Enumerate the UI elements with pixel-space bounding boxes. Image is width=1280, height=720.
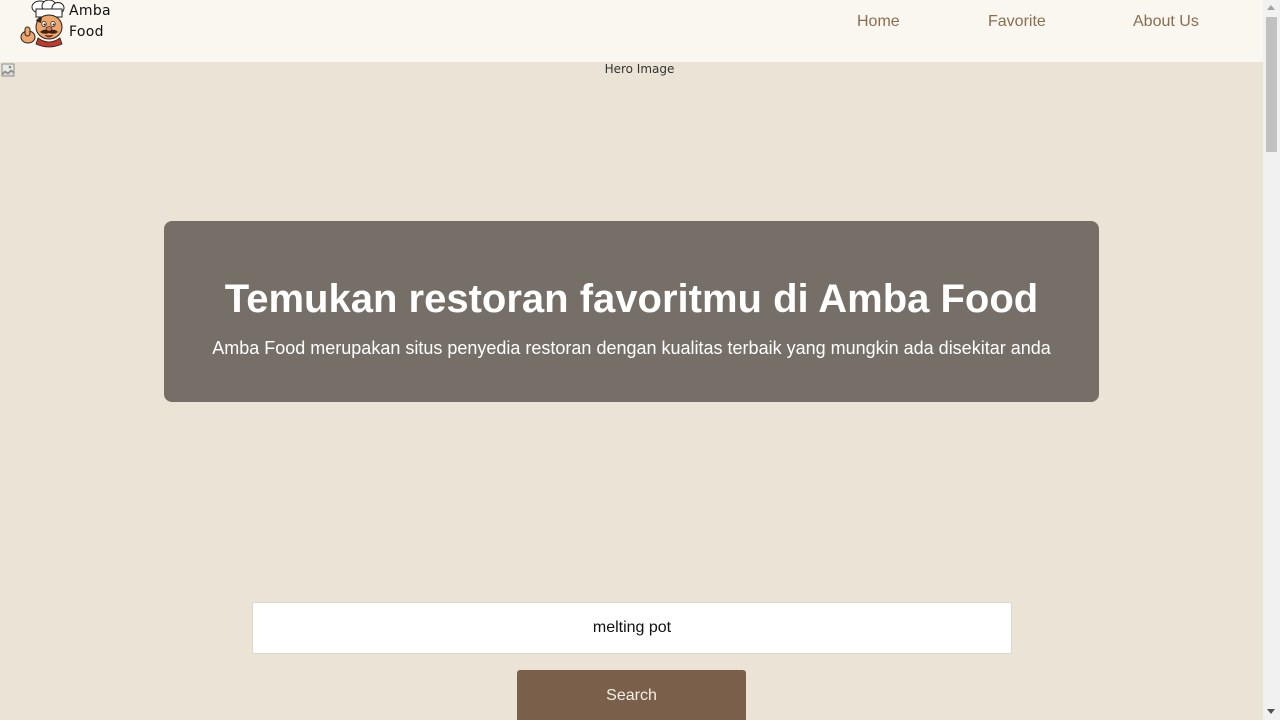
site-header: Amba Food Home Favorite About Us — [0, 0, 1263, 62]
nav-favorite[interactable]: Favorite — [988, 13, 1046, 31]
page: Amba Food Home Favorite About Us Hero Im… — [0, 0, 1263, 720]
nav-about-us[interactable]: About Us — [1133, 13, 1199, 31]
scroll-down-arrow-icon[interactable] — [1267, 709, 1275, 714]
brand[interactable]: Amba Food — [18, 0, 117, 48]
scroll-thumb[interactable] — [1266, 17, 1277, 152]
nav-home[interactable]: Home — [857, 13, 900, 31]
vertical-scrollbar[interactable] — [1263, 0, 1280, 720]
chef-mascot-icon — [20, 0, 65, 48]
hero-card: Temukan restoran favoritmu di Amba Food … — [164, 221, 1099, 402]
search-button[interactable]: Search — [517, 670, 746, 720]
hero-image: Hero Image — [0, 62, 1263, 78]
search-input[interactable] — [252, 602, 1012, 654]
brand-name: Amba Food — [69, 3, 111, 40]
scroll-up-arrow-icon[interactable] — [1267, 5, 1275, 10]
hero-image-alt-text: Hero Image — [604, 62, 675, 76]
hero-subtitle: Amba Food merupakan situs penyedia resto… — [212, 338, 1051, 358]
hero-title: Temukan restoran favoritmu di Amba Food — [224, 277, 1039, 321]
